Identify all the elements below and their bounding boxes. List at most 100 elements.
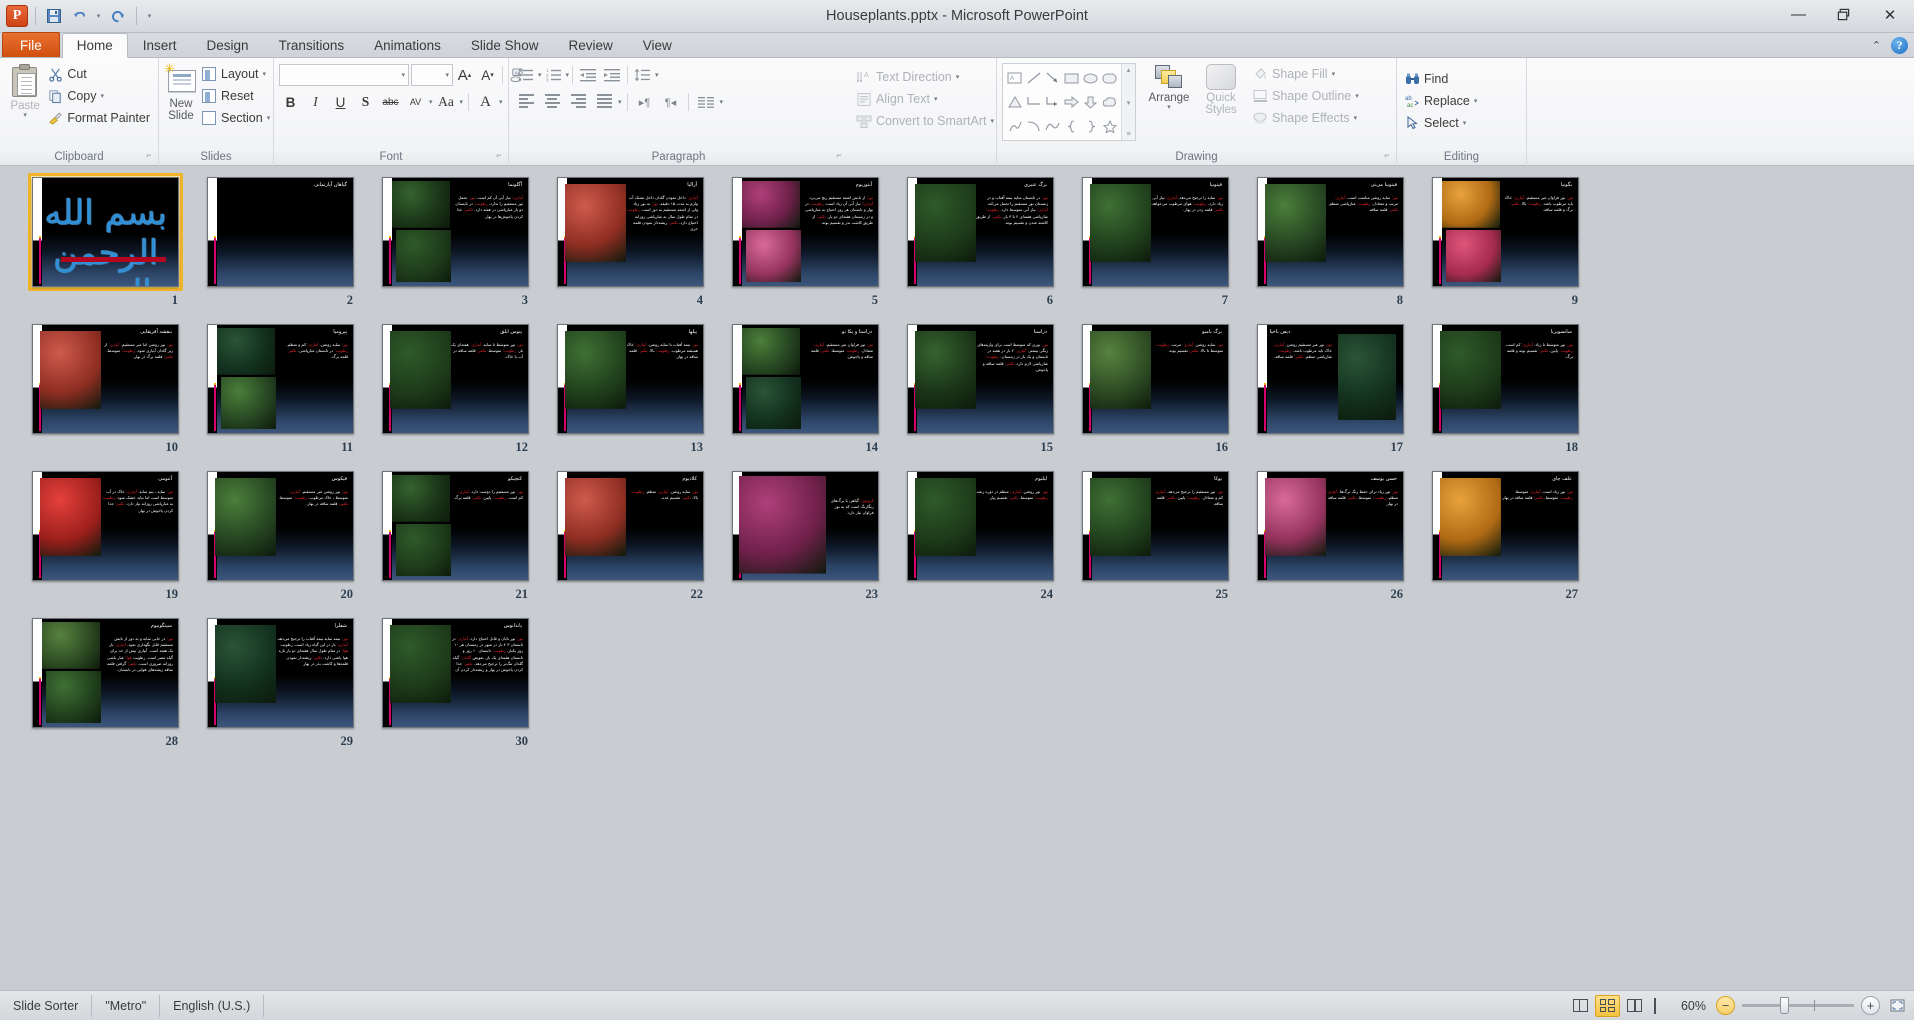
window-controls[interactable]: — ✕ xyxy=(1776,0,1914,33)
slide-thumbnail-3[interactable]: آگلونما آبیاری: نیاز آبی آن کم است. نور: … xyxy=(378,173,533,291)
font-size-input[interactable]: ▾ xyxy=(411,64,453,86)
shapes-gallery[interactable]: A ▴ ▾ ≡ xyxy=(1002,63,1136,141)
slide-thumbnail-13[interactable]: پیلها نور: نیمه آفتاب تا سایه روشن. آبیار… xyxy=(553,320,708,438)
slide-canvas[interactable]: دراسنا نور: نوری که متوسط است برای واریته… xyxy=(907,324,1054,434)
slide-canvas[interactable]: برگ عنبری نور: در تابستان سایه نیمه آفتاب… xyxy=(907,177,1054,287)
slide-thumbnail-cell[interactable]: علف چای نور: نور زیاد است. آبیاری: متوسط.… xyxy=(1418,467,1593,614)
normal-view-button[interactable] xyxy=(1568,995,1593,1017)
align-text-button[interactable]: Align Text ▾ xyxy=(853,88,940,110)
slide-thumbnail-19[interactable]: آنتومی نور: سایه ، نیم سایه. آبیاری: خاک … xyxy=(28,467,183,585)
shape-effects-button[interactable]: Shape Effects ▾ xyxy=(1250,107,1362,129)
slide-canvas[interactable]: بسم الله الرحمن الرحیم xyxy=(32,177,179,287)
tab-animations[interactable]: Animations xyxy=(359,32,456,57)
paste-caret-icon[interactable]: ▾ xyxy=(23,112,27,119)
slide-canvas[interactable]: بنفشه آفریقایی نور: نور روشن اما غیر مستق… xyxy=(32,324,179,434)
restore-button[interactable] xyxy=(1821,0,1866,29)
replace-caret-icon[interactable]: ▾ xyxy=(1474,98,1478,105)
slide-thumbnail-11[interactable]: پپرومیا نور: سایه روشن. آبیاری: کم و منظم… xyxy=(203,320,358,438)
slide-grid[interactable]: بسم الله الرحمن الرحیم 1 گیاهان آپارتمانی 2… xyxy=(0,167,1914,761)
slide-thumbnail-cell[interactable]: بگونیا نور: نور فراوان غیر مستقیم. آبیاری… xyxy=(1418,173,1593,320)
justify-caret-icon[interactable]: ▾ xyxy=(618,99,622,106)
slide-thumbnail-cell[interactable]: کتچیکو نور: نور مستقیم را دوست دارد. آبیا… xyxy=(368,467,543,614)
slide-thumbnail-cell[interactable]: یوکا نور: نور مستقیم را ترجیح می‌دهد. آبی… xyxy=(1068,467,1243,614)
slide-thumbnail-18[interactable]: سانسویریا نور: نور متوسط تا زیاد. آبیاری:… xyxy=(1428,320,1583,438)
slide-thumbnail-cell[interactable]: دیفن باخیا نور: نور غیر مستقیم روشن. آبیا… xyxy=(1243,320,1418,467)
slide-canvas[interactable]: پتوس ابلق نور: نور متوسط تا سایه. آبیاری:… xyxy=(382,324,529,434)
slide-thumbnail-cell[interactable]: سینگونیوم نور: در جایی سایه و به دور از ت… xyxy=(18,614,193,761)
slide-thumbnail-cell[interactable]: پپرومیا نور: سایه روشن. آبیاری: کم و منظم… xyxy=(193,320,368,467)
slide-canvas[interactable]: پپرومیا نور: سایه روشن. آبیاری: کم و منظم… xyxy=(207,324,354,434)
slide-thumbnail-4[interactable]: آزالیا آبیاری: داخل نمودن گلدان داخل تشتک… xyxy=(553,173,708,291)
strikethrough-button[interactable]: abc xyxy=(379,91,402,113)
font-color-button[interactable]: A xyxy=(474,91,497,113)
slide-canvas[interactable]: علف چای نور: نور زیاد است. آبیاری: متوسط.… xyxy=(1432,471,1579,581)
shape-left-brace-icon[interactable] xyxy=(1062,114,1081,138)
cut-button[interactable]: Cut xyxy=(45,63,153,85)
slide-thumbnail-cell[interactable]: گیاهان آپارتمانی 2 xyxy=(193,173,368,320)
slide-canvas[interactable]: سانسویریا نور: نور متوسط تا زیاد. آبیاری:… xyxy=(1432,324,1579,434)
minimize-button[interactable]: — xyxy=(1776,0,1821,29)
slide-thumbnail-cell[interactable]: آگلونما آبیاری: نیاز آبی آن کم است. نور: … xyxy=(368,173,543,320)
undo-dropdown-caret[interactable]: ▾ xyxy=(93,12,104,20)
slide-thumbnail-6[interactable]: برگ عنبری نور: در تابستان سایه نیمه آفتاب… xyxy=(903,173,1058,291)
zoom-out-button[interactable]: − xyxy=(1716,996,1735,1015)
font-name-input[interactable]: ▾ xyxy=(279,64,409,86)
slide-canvas[interactable]: فیکوس نور: نور روشن غیر مستقیم. آبیاری: م… xyxy=(207,471,354,581)
section-caret-icon[interactable]: ▾ xyxy=(267,115,271,122)
powerpoint-logo-icon[interactable]: P xyxy=(6,5,28,27)
zoom-slider-thumb[interactable] xyxy=(1780,997,1789,1014)
shapes-grid[interactable]: A xyxy=(1003,64,1121,140)
slide-thumbnail-cell[interactable]: بنفشه آفریقایی نور: نور روشن اما غیر مستق… xyxy=(18,320,193,467)
slide-canvas[interactable]: بگونیا نور: نور فراوان غیر مستقیم. آبیاری… xyxy=(1432,177,1579,287)
shape-oval-icon[interactable] xyxy=(1081,66,1100,90)
ltr-direction-icon[interactable]: ▸¶ xyxy=(633,91,657,113)
slide-thumbnail-cell[interactable]: کروتون: گیاهی با برگ‌های رنگارنگ است که … xyxy=(718,467,893,614)
status-language[interactable]: English (U.S.) xyxy=(160,994,265,1017)
slide-thumbnail-20[interactable]: فیکوس نور: نور روشن غیر مستقیم. آبیاری: م… xyxy=(203,467,358,585)
shrink-font-button[interactable]: A ▾ xyxy=(476,64,499,86)
tab-transitions[interactable]: Transitions xyxy=(264,32,360,57)
shape-arc-icon[interactable] xyxy=(1024,114,1043,138)
slide-thumbnail-17[interactable]: دیفن باخیا نور: نور غیر مستقیم روشن. آبیا… xyxy=(1253,320,1408,438)
shape-star-icon[interactable] xyxy=(1100,114,1119,138)
bold-button[interactable]: B xyxy=(279,91,302,113)
shape-fill-button[interactable]: Shape Fill ▾ xyxy=(1250,63,1362,85)
font-name-caret-icon[interactable]: ▾ xyxy=(401,72,405,79)
arrange-caret-icon[interactable]: ▾ xyxy=(1167,104,1171,111)
slide-thumbnail-25[interactable]: یوکا نور: نور مستقیم را ترجیح می‌دهد. آبی… xyxy=(1078,467,1233,585)
convert-to-smartart-button[interactable]: Convert to SmartArt ▾ xyxy=(853,110,997,132)
grow-font-button[interactable]: A ▴ xyxy=(453,64,476,86)
character-spacing-button[interactable]: AV xyxy=(404,91,427,113)
smartart-caret-icon[interactable]: ▾ xyxy=(990,118,994,125)
line-spacing-caret-icon[interactable]: ▾ xyxy=(655,72,659,79)
align-center-icon[interactable] xyxy=(540,91,564,113)
quick-styles-button[interactable]: Quick Styles xyxy=(1196,62,1246,116)
slide-thumbnail-cell[interactable]: لیلیوم نور: نور روشن. آبیاری: منظم در دور… xyxy=(893,467,1068,614)
tab-design[interactable]: Design xyxy=(192,32,264,57)
rtl-direction-icon[interactable]: ¶◂ xyxy=(659,91,683,113)
shapes-scroll-more-icon[interactable]: ≡ xyxy=(1126,131,1130,138)
slide-thumbnail-cell[interactable]: آزالیا آبیاری: داخل نمودن گلدان داخل تشتک… xyxy=(543,173,718,320)
clipboard-dialog-launcher[interactable]: ⌐ xyxy=(144,151,154,161)
slide-thumbnail-cell[interactable]: فیتونیا نور: سایه را ترجیح می‌دهد. آبیاری… xyxy=(1068,173,1243,320)
shape-rectangle-icon[interactable] xyxy=(1062,66,1081,90)
font-dialog-launcher[interactable]: ⌐ xyxy=(494,151,504,161)
section-button[interactable]: Section ▾ xyxy=(198,107,273,129)
numbering-caret-icon[interactable]: ▾ xyxy=(566,72,570,79)
slide-thumbnail-cell[interactable]: آنتومی نور: سایه ، نیم سایه. آبیاری: خاک … xyxy=(18,467,193,614)
slide-canvas[interactable]: شفلرا نور: نیمه سایه نیمه آفتاب را ترجیح … xyxy=(207,618,354,728)
shape-right-brace-icon[interactable] xyxy=(1081,114,1100,138)
layout-caret-icon[interactable]: ▾ xyxy=(263,71,267,78)
slide-canvas[interactable]: پاندانوس نور: نور تابان و قابل احتیاج دار… xyxy=(382,618,529,728)
change-case-caret-icon[interactable]: ▾ xyxy=(460,99,464,106)
slide-thumbnail-cell[interactable]: برگ بامبو نور: سایه روشن. آبیاری: مرتب. ر… xyxy=(1068,320,1243,467)
select-button[interactable]: Select ▾ xyxy=(1402,112,1480,134)
slide-canvas[interactable]: آزالیا آبیاری: داخل نمودن گلدان داخل تشتک… xyxy=(557,177,704,287)
close-button[interactable]: ✕ xyxy=(1866,0,1914,29)
slide-thumbnail-12[interactable]: پتوس ابلق نور: نور متوسط تا سایه. آبیاری:… xyxy=(378,320,533,438)
shape-line-icon[interactable] xyxy=(1024,66,1043,90)
quick-access-toolbar[interactable]: P ▾ ▾ xyxy=(0,0,155,32)
columns-caret-icon[interactable]: ▾ xyxy=(720,99,724,106)
slide-thumbnail-cell[interactable]: فیتونیا می‌نی نور: سایه روشن مناسب است. آ… xyxy=(1243,173,1418,320)
tab-file[interactable]: File xyxy=(2,32,60,57)
